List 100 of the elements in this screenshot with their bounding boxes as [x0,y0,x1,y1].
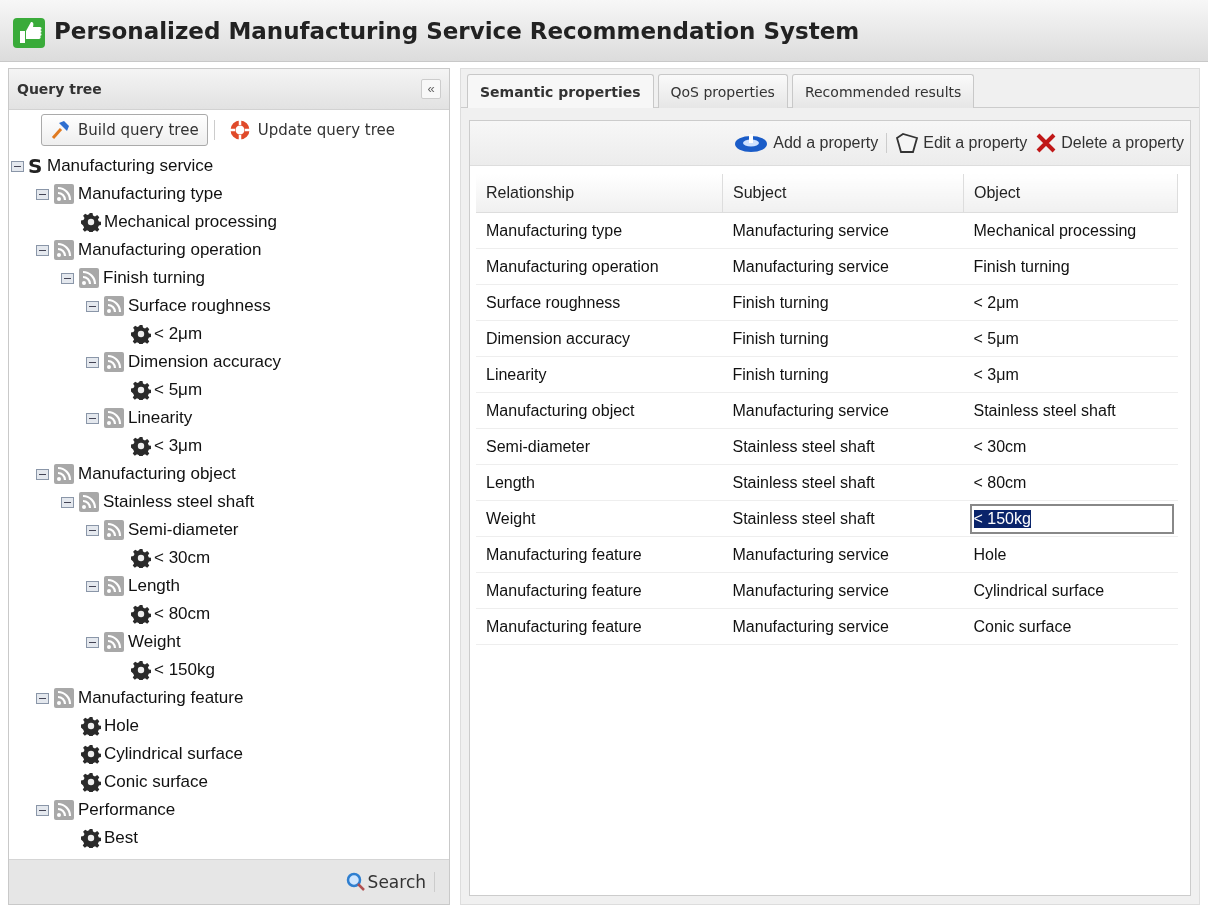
table-cell: Conic surface [963,608,1178,645]
table-cell: Manufacturing service [722,212,964,249]
collapse-icon[interactable] [36,468,49,480]
tree-node[interactable]: Manufacturing type [78,184,223,204]
table-cell: < 3μm [963,356,1178,393]
tree-node[interactable]: < 80cm [154,604,211,624]
tree-node[interactable]: Linearity [128,408,193,428]
feed-icon [78,491,100,513]
collapse-icon[interactable] [86,356,99,368]
table-cell: Finish turning [722,284,964,321]
gear-icon [81,744,101,764]
search-icon [345,872,366,892]
column-header[interactable]: Relationship [476,174,723,213]
feed-icon [53,239,75,261]
search-button[interactable]: Search [345,872,426,892]
tree-node[interactable]: Manufacturing operation [78,240,262,260]
edit-button[interactable]: Edit a property [895,132,1028,154]
table-cell: Stainless steel shaft [722,464,964,501]
collapse-icon[interactable] [36,244,49,256]
tree-node[interactable]: Semi-diameter [128,520,239,540]
column-header[interactable]: Object [963,174,1178,213]
table-cell: Finish turning [722,320,964,357]
gear-icon [131,324,151,344]
update-button[interactable]: Update query tree [220,114,404,146]
tree-node[interactable]: Performance [78,800,176,820]
table-cell: Stainless steel shaft [722,428,964,465]
gear-icon [131,436,151,456]
feed-icon [103,519,125,541]
gear-icon [131,604,151,624]
tree-node[interactable]: Conic surface [104,772,208,792]
tree-node[interactable]: Hole [104,716,139,736]
tree-node[interactable]: Stainless steel shaft [103,492,255,512]
edit-field[interactable]: < 150kg [969,503,1174,534]
collapse-icon[interactable] [36,804,49,816]
tree-node[interactable]: Manufacturing feature [78,688,244,708]
lifebuoy-icon [229,120,250,140]
feed-icon [53,799,75,821]
tree-node[interactable]: < 2μm [154,324,203,344]
build-button[interactable]: Build query tree [41,114,208,146]
tree-node[interactable]: Length [128,576,180,596]
tree-node[interactable]: < 150kg [154,660,215,680]
panel-title: Query tree [17,81,102,97]
tree-node[interactable]: Mechanical processing [104,212,277,232]
collapse-icon[interactable] [36,692,49,704]
tree-node[interactable]: Finish turning [103,268,206,288]
gear-icon [81,772,101,792]
feed-icon [103,631,125,653]
table-cell: Dimension accuracy [476,320,723,357]
table-cell: Cylindrical surface [963,572,1178,609]
tree-node[interactable]: Dimension accuracy [128,352,282,372]
table-cell: Manufacturing object [476,392,723,429]
column-header[interactable]: Subject [722,174,964,213]
feed-icon [103,575,125,597]
collapse-button[interactable]: « [421,79,441,99]
service-letter: S [28,154,44,178]
tab[interactable]: Recommended results [791,74,975,108]
table-cell: < 30cm [963,428,1178,465]
gear-icon [131,548,151,568]
tree-node[interactable]: Surface roughness [128,296,271,316]
tree-node[interactable]: Manufacturing service [47,156,214,176]
delete-button[interactable]: Delete a property [1035,132,1184,154]
table-cell: Finish turning [722,356,964,393]
table-cell: Finish turning [963,248,1178,285]
collapse-icon[interactable] [36,188,49,200]
tree-node[interactable]: Best [104,828,139,848]
tree-node[interactable]: Manufacturing object [78,464,236,484]
tree-node[interactable]: Cylindrical surface [104,744,243,764]
table-cell: < 80cm [963,464,1178,501]
table-cell: Manufacturing feature [476,536,723,573]
feed-icon [103,407,125,429]
collapse-icon[interactable] [86,580,99,592]
table-cell: Length [476,464,723,501]
collapse-icon[interactable] [61,272,74,284]
feed-icon [53,463,75,485]
gear-icon [81,828,101,848]
collapse-icon[interactable] [61,496,74,508]
tree-node[interactable]: < 5μm [154,380,203,400]
tree-node[interactable]: < 3μm [154,436,203,456]
tab[interactable]: QoS properties [657,74,788,108]
collapse-icon[interactable] [11,160,24,172]
table-cell: Stainless steel shaft [963,392,1178,429]
table-cell: Manufacturing service [722,572,964,609]
tab[interactable]: Semantic properties [467,74,654,108]
feed-icon [53,687,75,709]
table-cell: Manufacturing service [722,392,964,429]
collapse-icon[interactable] [86,524,99,536]
tree-node[interactable]: < 30cm [154,548,211,568]
feed-icon [103,351,125,373]
feed-icon [103,295,125,317]
tree-node[interactable]: Weight [128,632,181,652]
collapse-icon[interactable] [86,412,99,424]
collapse-icon[interactable] [86,300,99,312]
table-cell: Hole [963,536,1178,573]
table-cell: Manufacturing feature [476,572,723,609]
add-button[interactable]: Add a property [733,132,879,154]
collapse-icon[interactable] [86,636,99,648]
table-cell: Manufacturing service [722,536,964,573]
table-cell: Manufacturing type [476,212,723,249]
add-icon [733,132,770,154]
gear-icon [131,660,151,680]
